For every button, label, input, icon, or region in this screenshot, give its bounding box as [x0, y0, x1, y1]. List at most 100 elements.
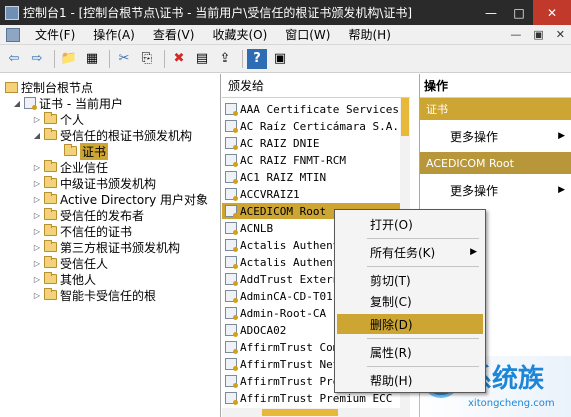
ctx-all-tasks[interactable]: 所有任务(K) ▶: [337, 242, 483, 262]
close-button[interactable]: ✕: [533, 0, 571, 25]
child-minimize-button[interactable]: —: [510, 28, 521, 41]
menu-separator: [367, 266, 479, 267]
ctx-label: 所有任务(K): [370, 245, 436, 260]
tree-node-untrusted-certs[interactable]: ▷ 不信任的证书: [32, 223, 132, 239]
tree-node-enterprise-trust[interactable]: ▷ 企业信任: [32, 159, 108, 175]
expand-arrow-icon[interactable]: ▷: [32, 259, 42, 268]
tree-node-label: 受信任的发布者: [60, 208, 145, 223]
scrollbar-thumb[interactable]: [262, 409, 338, 416]
certificate-row[interactable]: AC1 RAIZ MTIN: [222, 169, 400, 185]
menu-action[interactable]: 操作(A): [84, 26, 144, 44]
ctx-help[interactable]: 帮助(H): [337, 370, 483, 390]
toolbar-separator: [164, 49, 165, 68]
toolbar-separator: [242, 49, 243, 68]
tree-node-label: 受信任人: [60, 256, 109, 271]
console-root-icon: [5, 81, 18, 93]
certificate-name: AffirmTrust Pre: [240, 374, 340, 388]
certificate-row[interactable]: AAA Certificate Services: [222, 101, 400, 117]
expand-arrow-icon[interactable]: ▷: [32, 115, 42, 124]
tree-node-label: 控制台根节点: [21, 80, 94, 95]
action-pane-icon[interactable]: ▣: [270, 49, 290, 69]
certificate-row[interactable]: AC Raíz Certicámara S.A.: [222, 118, 400, 134]
menu-file[interactable]: 文件(F): [26, 26, 84, 44]
cut-icon[interactable]: ✂: [114, 49, 134, 69]
tree-node-label: 受信任的根证书颁发机构: [60, 128, 193, 143]
expand-arrow-icon[interactable]: ▷: [32, 275, 42, 284]
child-restore-button[interactable]: ▣: [533, 28, 543, 41]
tree-node-personal[interactable]: ▷ 个人: [32, 111, 84, 127]
menu-window[interactable]: 窗口(W): [276, 26, 339, 44]
collapse-arrow-icon[interactable]: ◢: [32, 131, 42, 140]
column-header-issued-to[interactable]: 颁发给: [222, 74, 410, 98]
certificate-icon: [225, 154, 238, 167]
expand-arrow-icon[interactable]: ▷: [32, 179, 42, 188]
expand-arrow-icon[interactable]: ▷: [32, 211, 42, 220]
ctx-delete[interactable]: 删除(D): [337, 314, 483, 334]
menu-separator: [367, 338, 479, 339]
up-folder-icon[interactable]: 📁: [59, 49, 79, 69]
folder-icon: [44, 112, 57, 124]
copy-icon[interactable]: ⎘: [137, 49, 157, 69]
delete-icon[interactable]: ✖: [169, 49, 189, 69]
more-actions-label: 更多操作: [450, 129, 499, 144]
ctx-copy[interactable]: 复制(C): [337, 291, 483, 311]
console-tree: 控制台根节点 ◢ 证书 - 当前用户 ▷ 个人 ◢ 受信任的根证书颁发机构 证书…: [0, 74, 221, 417]
window-title: 控制台1 - [控制台根节点\证书 - 当前用户\受信任的根证书颁发机构\证书]: [23, 6, 413, 20]
properties-icon[interactable]: ▤: [192, 49, 212, 69]
certificate-name: AC1 RAIZ MTIN: [240, 170, 327, 184]
expand-arrow-icon[interactable]: ▷: [32, 163, 42, 172]
tree-node-intermediate-ca[interactable]: ▷ 中级证书颁发机构: [32, 175, 156, 191]
mmc-app-icon: [5, 5, 19, 20]
certificate-icon: [225, 120, 238, 133]
back-icon[interactable]: ⇦: [4, 49, 24, 69]
tree-node-trusted-people[interactable]: ▷ 受信任人: [32, 255, 108, 271]
certificate-row[interactable]: AC RAIZ DNIE: [222, 135, 400, 151]
tree-node-smart-card-root[interactable]: ▷ 智能卡受信任的根: [32, 287, 156, 303]
more-actions-certificates[interactable]: 更多操作 ▶: [420, 120, 571, 152]
console-menu-icon[interactable]: [6, 27, 20, 42]
help-icon[interactable]: ?: [247, 48, 267, 69]
actions-group-acedicom[interactable]: ACEDICOM Root: [420, 152, 571, 174]
child-close-button[interactable]: ✕: [556, 28, 565, 41]
tree-node-ad-user-object[interactable]: ▷ Active Directory 用户对象: [32, 191, 208, 207]
tree-node-label-selected: 证书: [80, 142, 109, 160]
collapse-arrow-icon[interactable]: ◢: [12, 99, 22, 108]
ctx-open[interactable]: 打开(O): [337, 214, 483, 234]
certificate-icon: [225, 341, 238, 354]
ctx-properties[interactable]: 属性(R): [337, 342, 483, 362]
tree-node-trusted-publishers[interactable]: ▷ 受信任的发布者: [32, 207, 144, 223]
more-actions-label: 更多操作: [450, 183, 499, 198]
scrollbar-thumb[interactable]: [401, 98, 409, 136]
maximize-button[interactable]: □: [505, 0, 533, 25]
folder-open-icon: [44, 128, 57, 140]
menu-help[interactable]: 帮助(H): [339, 26, 399, 44]
certificate-name: AC RAIZ DNIE: [240, 136, 320, 150]
show-hide-tree-icon[interactable]: ▦: [82, 49, 102, 69]
minimize-button[interactable]: —: [477, 0, 505, 25]
folder-icon: [44, 272, 57, 284]
expand-arrow-icon[interactable]: ▷: [32, 195, 42, 204]
more-actions-acedicom[interactable]: 更多操作 ▶: [420, 174, 571, 206]
tree-node-certs-current-user[interactable]: ◢ 证书 - 当前用户: [12, 95, 123, 111]
expand-arrow-icon[interactable]: ▷: [32, 243, 42, 252]
certificate-name: AddTrust Extern: [240, 272, 340, 286]
toolbar-separator: [54, 49, 55, 68]
certificate-row[interactable]: ACCVRAIZ1: [222, 186, 400, 202]
menu-favorites[interactable]: 收藏夹(O): [203, 26, 276, 44]
export-icon[interactable]: ⇪: [215, 49, 235, 69]
certificate-icon: [225, 239, 238, 252]
certificate-row[interactable]: AC RAIZ FNMT-RCM: [222, 152, 400, 168]
tree-node-label: 智能卡受信任的根: [60, 288, 157, 303]
horizontal-scrollbar[interactable]: [222, 408, 410, 417]
tree-node-console-root[interactable]: 控制台根节点: [5, 79, 93, 95]
expand-arrow-icon[interactable]: ▷: [32, 291, 42, 300]
tree-node-trusted-root[interactable]: ◢ 受信任的根证书颁发机构: [32, 127, 192, 143]
forward-icon[interactable]: ⇨: [27, 49, 47, 69]
tree-node-certificates[interactable]: 证书: [64, 142, 109, 160]
ctx-cut[interactable]: 剪切(T): [337, 270, 483, 290]
tree-node-other-people[interactable]: ▷ 其他人: [32, 271, 96, 287]
tree-node-third-party-root[interactable]: ▷ 第三方根证书颁发机构: [32, 239, 180, 255]
actions-group-certificates[interactable]: 证书: [420, 98, 571, 120]
expand-arrow-icon[interactable]: ▷: [32, 227, 42, 236]
menu-view[interactable]: 查看(V): [144, 26, 204, 44]
